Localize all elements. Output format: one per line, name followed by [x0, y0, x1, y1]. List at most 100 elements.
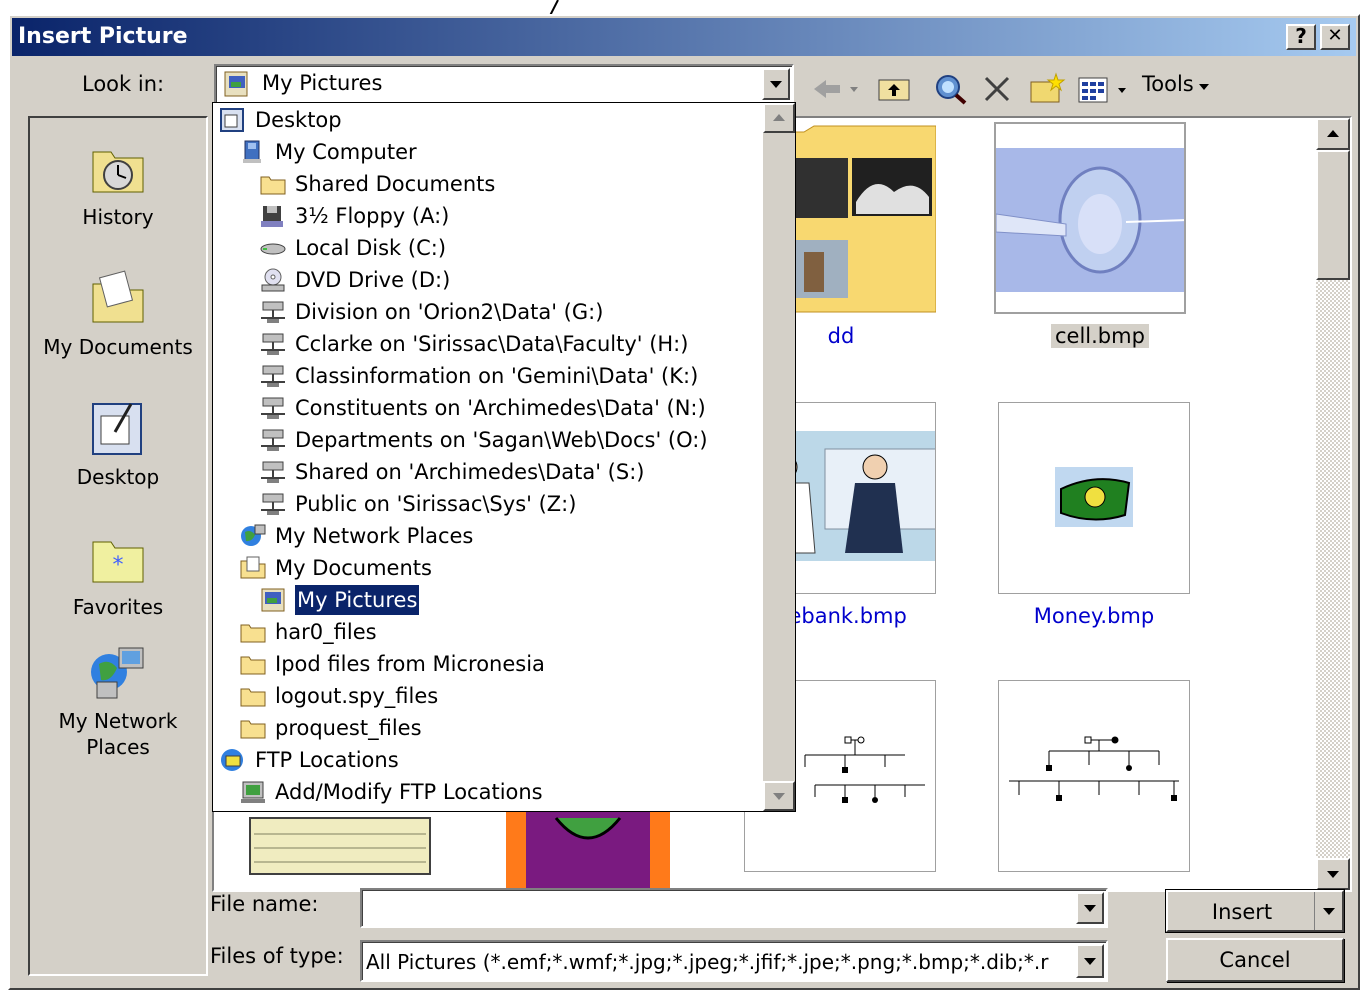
new-folder-icon[interactable] — [1028, 72, 1066, 106]
dropdown-item-label: FTP Locations — [255, 748, 399, 772]
dropdown-item[interactable]: Local Disk (C:) — [259, 233, 446, 263]
place-my-documents[interactable]: My Documents — [30, 268, 206, 360]
dropdown-item-label: Public on 'Sirissac\Sys' (Z:) — [295, 492, 577, 516]
desktop-icon — [219, 107, 247, 133]
file-type-dropdown-button[interactable] — [1076, 944, 1104, 978]
look-in-dropdown-list[interactable]: Desktop My Computer Shared Documents 3½ Flo… — [212, 102, 796, 812]
dropdown-item[interactable]: My Computer — [239, 137, 417, 167]
dropdown-item[interactable]: Desktop — [219, 105, 342, 135]
dropdown-scroll-up-button[interactable] — [763, 103, 795, 133]
network-places-icon — [91, 647, 144, 699]
dropdown-item[interactable]: Departments on 'Sagan\Web\Docs' (O:) — [259, 425, 708, 455]
file-name-dropdown-button[interactable] — [1076, 892, 1104, 924]
network-drive-icon — [259, 363, 287, 389]
pedigree-chart-image — [1009, 736, 1179, 801]
dropdown-item[interactable]: Constituents on 'Archimedes\Data' (N:) — [259, 393, 706, 423]
delete-icon[interactable] — [980, 72, 1014, 106]
look-in-combo[interactable]: My Pictures — [214, 64, 794, 104]
file-type-combo[interactable]: All Pictures (*.emf;*.wmf;*.jpg;*.jpeg;*… — [360, 940, 1108, 982]
look-in-dropdown-button[interactable] — [762, 68, 790, 100]
file-label[interactable]: cell.bmp — [1051, 324, 1149, 348]
file-name-combo[interactable] — [360, 888, 1108, 928]
folder-icon — [239, 651, 267, 677]
dropdown-item-label: Shared on 'Archimedes\Data' (S:) — [295, 460, 645, 484]
dropdown-item[interactable]: proquest_files — [239, 713, 422, 743]
dropdown-item[interactable]: Division on 'Orion2\Data' (G:) — [259, 297, 603, 327]
dropdown-item[interactable]: Classinformation on 'Gemini\Data' (K:) — [259, 361, 698, 391]
chevron-down-icon — [770, 81, 782, 88]
cell-image — [996, 148, 1184, 292]
ftp-icon — [219, 747, 247, 773]
scroll-thumb[interactable] — [1316, 150, 1350, 280]
dropdown-scrollbar[interactable] — [763, 103, 795, 811]
tools-menu[interactable]: Tools — [1142, 72, 1194, 96]
dropdown-item[interactable]: FTP Locations — [219, 745, 399, 775]
image-thumbnail-money[interactable] — [998, 402, 1190, 594]
dropdown-item-label: DVD Drive (D:) — [295, 268, 451, 292]
dropdown-item[interactable]: DVD Drive (D:) — [259, 265, 450, 295]
svg-text:*: * — [113, 553, 124, 578]
file-label[interactable]: Money.bmp — [969, 604, 1219, 628]
network-drive-icon — [259, 491, 287, 517]
folder-icon — [259, 171, 287, 197]
computer-icon — [239, 139, 267, 165]
dropdown-item[interactable]: har0_files — [239, 617, 377, 647]
dropdown-item-label: Classinformation on 'Gemini\Data' (K:) — [295, 364, 699, 388]
dropdown-item[interactable]: Add/Modify FTP Locations — [239, 777, 543, 807]
insert-options-button[interactable] — [1314, 892, 1342, 930]
network-drive-icon — [259, 427, 287, 453]
close-button[interactable]: ✕ — [1320, 24, 1350, 50]
dropdown-item[interactable]: My Pictures — [259, 584, 421, 616]
dropdown-item-label: Shared Documents — [295, 172, 496, 196]
file-name-input[interactable] — [366, 894, 1066, 922]
network-places-icon — [239, 523, 267, 549]
place-history[interactable]: History — [30, 138, 206, 230]
dropdown-item[interactable]: My Documents — [239, 553, 432, 583]
character-image — [506, 808, 670, 888]
my-documents-icon — [92, 270, 144, 323]
dropdown-item[interactable]: My Network Places — [239, 521, 473, 551]
disk-icon — [259, 235, 287, 261]
dropdown-scroll-down-button[interactable] — [763, 781, 795, 811]
file-name-label: File name: — [210, 892, 319, 916]
help-button[interactable]: ? — [1286, 24, 1316, 50]
dropdown-item[interactable]: Shared on 'Archimedes\Data' (S:) — [259, 457, 644, 487]
dropdown-item-label: Local Disk (C:) — [295, 236, 447, 260]
views-icon[interactable] — [1076, 72, 1136, 106]
place-favorites[interactable]: * Favorites — [30, 528, 206, 620]
dropdown-item[interactable]: Ipod files from Micronesia — [239, 649, 545, 679]
place-desktop[interactable]: Desktop — [30, 398, 206, 490]
dropdown-item[interactable]: logout.spy_files — [239, 681, 438, 711]
place-network[interactable]: My Network Places — [30, 642, 206, 760]
scroll-down-button[interactable] — [1316, 858, 1350, 890]
chevron-down-icon — [1322, 908, 1335, 915]
dropdown-item-label: har0_files — [275, 620, 377, 644]
dropdown-item-label: Constituents on 'Archimedes\Data' (N:) — [295, 396, 706, 420]
place-label: History — [82, 205, 154, 229]
image-thumbnail-keyboard[interactable] — [244, 808, 436, 890]
dropdown-item-label: My Pictures — [293, 584, 421, 616]
insert-button[interactable]: Insert — [1166, 890, 1344, 932]
network-drive-icon — [259, 331, 287, 357]
chevron-down-icon — [1084, 905, 1096, 912]
image-thumbnail-pedigree-2[interactable] — [998, 680, 1190, 872]
folder-icon — [239, 619, 267, 645]
place-label: My Documents — [43, 335, 193, 359]
chevron-down-icon — [773, 793, 785, 800]
file-view-scrollbar[interactable] — [1316, 118, 1350, 890]
cancel-button[interactable]: Cancel — [1166, 938, 1344, 982]
back-icon[interactable] — [810, 72, 870, 106]
search-web-icon[interactable] — [932, 72, 970, 106]
dropdown-item[interactable]: Shared Documents — [259, 169, 495, 199]
up-folder-icon[interactable] — [876, 72, 912, 106]
image-thumbnail-cell[interactable] — [994, 122, 1186, 314]
dropdown-item[interactable]: 3½ Floppy (A:) — [259, 201, 449, 231]
image-thumbnail-character[interactable] — [496, 808, 688, 890]
dropdown-item-label: My Documents — [275, 556, 432, 580]
ftp-add-icon — [239, 779, 267, 805]
title-bar: Insert Picture ? ✕ — [12, 18, 1356, 56]
dropdown-item-label: Desktop — [255, 108, 342, 132]
scroll-up-button[interactable] — [1316, 118, 1350, 150]
dropdown-item[interactable]: Public on 'Sirissac\Sys' (Z:) — [259, 489, 576, 519]
dropdown-item[interactable]: Cclarke on 'Sirissac\Data\Faculty' (H:) — [259, 329, 688, 359]
